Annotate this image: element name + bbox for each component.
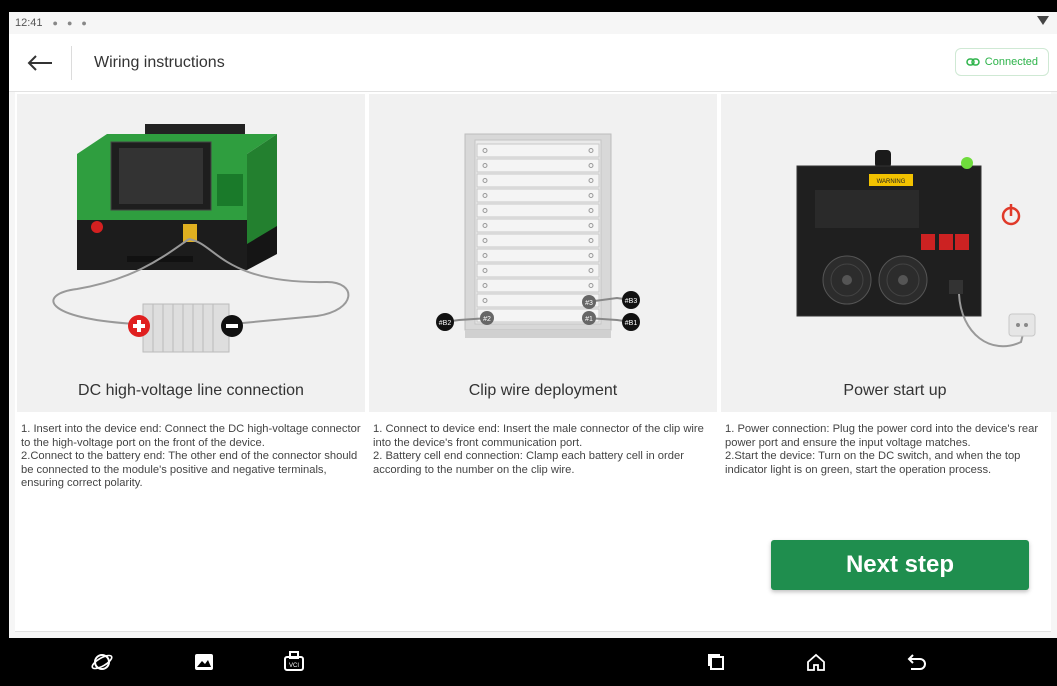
next-step-button[interactable]: Next step <box>771 540 1029 590</box>
android-nav-bar: VCI <box>0 638 1057 686</box>
clip-label: #B2 <box>439 320 452 327</box>
card-caption: DC high-voltage line connection <box>78 382 304 399</box>
title-bar: Wiring instructions Connected <box>9 34 1057 92</box>
connection-status-label: Connected <box>984 56 1038 68</box>
vci-button[interactable]: VCI <box>280 648 308 676</box>
home-button[interactable] <box>802 648 830 676</box>
card-clip-wire: #B2 #2 #3 #B3 #1 #B1 Clip wire deploymen… <box>369 94 717 412</box>
card-dc-connection: DC high-voltage line connection <box>17 94 365 412</box>
description-text: 1. Power connection: Plug the power cord… <box>725 423 1039 476</box>
warning-label: WARNING <box>877 179 906 185</box>
clip-label: #3 <box>585 300 593 307</box>
description-text: 1. Insert into the device end: Connect t… <box>21 423 361 489</box>
recents-icon <box>708 654 724 670</box>
battery-cell <box>476 218 600 233</box>
power-start-illustration: WARNING <box>796 150 1036 348</box>
card-description: 1. Connect to device end: Insert the mal… <box>373 423 713 477</box>
wiring-content: DC high-voltage line connection #B2 #2 #… <box>15 92 1057 632</box>
page-title: Wiring instructions <box>94 53 225 71</box>
back-nav-button[interactable] <box>902 648 930 676</box>
divider <box>71 45 72 80</box>
clip-wire-illustration: #B2 #2 #3 #B3 #1 #B1 <box>436 133 640 338</box>
battery-cell <box>476 143 600 158</box>
card-caption: Clip wire deployment <box>468 382 618 399</box>
description-text: 1. Connect to device end: Insert the mal… <box>373 423 704 476</box>
card-description: 1. Insert into the device end: Connect t… <box>21 423 361 491</box>
battery-cell <box>476 233 600 248</box>
battery-cell <box>476 188 600 203</box>
notification-icon: ● <box>66 18 73 28</box>
card-description: 1. Power connection: Plug the power cord… <box>725 423 1055 477</box>
battery-cell <box>476 308 600 323</box>
connection-status-button[interactable]: Connected <box>954 48 1049 76</box>
notification-icon: ● <box>81 18 87 28</box>
clip-label: #1 <box>585 316 593 323</box>
wifi-icon <box>1037 16 1049 25</box>
back-button[interactable] <box>9 34 71 92</box>
dc-connection-illustration <box>52 124 350 353</box>
gallery-button[interactable] <box>190 648 218 676</box>
battery-cell <box>476 173 600 188</box>
arrow-left-icon <box>27 54 52 71</box>
card-power-start: WARNING Power start up <box>721 94 1057 412</box>
vci-label: VCI <box>289 663 299 669</box>
battery-cell <box>476 263 600 278</box>
notification-icon: ● <box>52 18 58 28</box>
home-icon <box>807 653 825 671</box>
battery-cell <box>476 278 600 293</box>
back-nav-icon <box>907 654 926 670</box>
battery-cell <box>476 248 600 263</box>
link-icon <box>966 58 980 66</box>
clip-label: #2 <box>483 316 491 323</box>
status-time: 12:41 <box>15 17 43 29</box>
gallery-icon <box>195 654 213 670</box>
status-bar: 12:41 ● ● ● <box>9 12 1057 34</box>
clip-label: #B1 <box>625 320 638 327</box>
battery-cell <box>476 203 600 218</box>
browser-icon <box>91 654 113 670</box>
battery-cell <box>476 158 600 173</box>
app-window: 12:41 ● ● ● Wiring instructions Connecte… <box>9 12 1057 638</box>
vci-icon: VCI <box>284 651 304 671</box>
card-caption: Power start up <box>843 382 947 399</box>
battery-cell <box>476 293 600 308</box>
recents-button[interactable] <box>702 648 730 676</box>
clip-label: #B3 <box>625 298 638 305</box>
browser-button[interactable] <box>88 648 116 676</box>
